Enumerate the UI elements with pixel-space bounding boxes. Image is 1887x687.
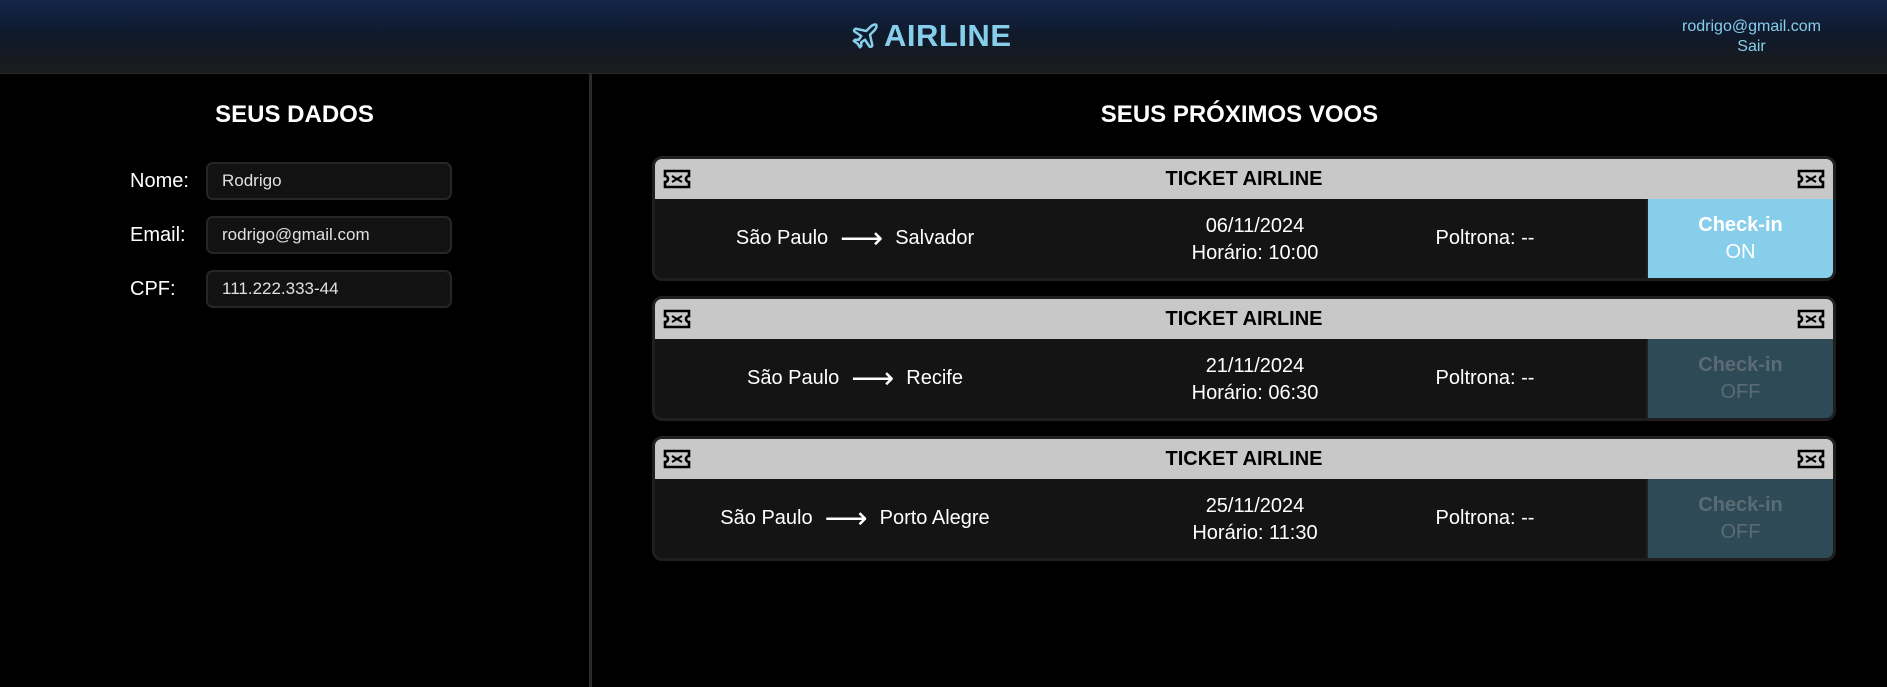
user-email: rodrigo@gmail.com [1682, 18, 1821, 35]
brand-logo[interactable]: AIRLINE [850, 16, 1012, 56]
origin-city: São Paulo [720, 507, 813, 529]
flight-route: São Paulo ⟶ Salvador [655, 199, 1055, 278]
ticket-icon [663, 449, 691, 469]
seat-info: Poltrona: -- [1435, 507, 1535, 529]
destination-city: Recife [906, 367, 963, 389]
profile-panel: SEUS DADOS Nome: Email: CPF: [0, 74, 592, 687]
checkin-status: OFF [1720, 380, 1761, 403]
flight-route: São Paulo ⟶ Recife [655, 339, 1055, 418]
ticket-body: São Paulo ⟶ Recife 21/11/2024 Horário: 0… [655, 339, 1833, 418]
origin-city: São Paulo [735, 227, 829, 249]
top-bar: AIRLINE rodrigo@gmail.com Sair [0, 0, 1887, 74]
plane-icon [852, 23, 878, 49]
name-row: Nome: [130, 161, 452, 201]
arrow-right-icon: ⟶ [840, 221, 884, 255]
ticket-title: TICKET AIRLINE [1165, 307, 1323, 330]
ticket-header: TICKET AIRLINE [655, 299, 1833, 339]
origin-city: São Paulo [746, 367, 840, 389]
profile-title: SEUS DADOS [215, 101, 374, 128]
email-field[interactable] [206, 216, 452, 254]
email-row: Email: [130, 215, 452, 255]
arrow-right-icon: ⟶ [824, 501, 868, 535]
cpf-row: CPF: [130, 269, 452, 309]
checkin-label: Check-in [1698, 213, 1783, 236]
flight-ticket: TICKET AIRLINE São Paulo ⟶ Salvador 06/1… [652, 156, 1836, 281]
ticket-icon [1797, 169, 1825, 189]
ticket-header: TICKET AIRLINE [655, 159, 1833, 199]
cpf-label: CPF: [130, 277, 176, 300]
destination-city: Porto Alegre [879, 507, 990, 529]
checkin-button[interactable]: Check-in ON [1646, 199, 1833, 278]
checkin-button[interactable]: Check-in OFF [1646, 479, 1833, 558]
seat-info: Poltrona: -- [1435, 227, 1535, 249]
flight-ticket: TICKET AIRLINE São Paulo ⟶ Porto Alegre … [652, 436, 1836, 561]
flight-route: São Paulo ⟶ Porto Alegre [655, 479, 1055, 558]
name-field[interactable] [206, 162, 452, 200]
ticket-icon [663, 309, 691, 329]
cpf-field[interactable] [206, 270, 452, 308]
brand-name: AIRLINE [884, 18, 1012, 53]
checkin-status: OFF [1720, 520, 1761, 543]
ticket-header: TICKET AIRLINE [655, 439, 1833, 479]
checkin-label: Check-in [1698, 493, 1783, 516]
email-label: Email: [130, 223, 186, 246]
flight-ticket: TICKET AIRLINE São Paulo ⟶ Recife 21/11/… [652, 296, 1836, 421]
ticket-title: TICKET AIRLINE [1165, 447, 1323, 470]
ticket-icon [663, 169, 691, 189]
user-menu: rodrigo@gmail.com Sair [1682, 17, 1821, 57]
seat-info: Poltrona: -- [1435, 367, 1535, 389]
checkin-status: ON [1725, 240, 1756, 263]
checkin-label: Check-in [1698, 353, 1783, 376]
flights-title: SEUS PRÓXIMOS VOOS [1100, 101, 1379, 128]
ticket-icon [1797, 309, 1825, 329]
ticket-title: TICKET AIRLINE [1165, 167, 1323, 190]
name-label: Nome: [130, 169, 189, 192]
checkin-button[interactable]: Check-in OFF [1646, 339, 1833, 418]
ticket-body: São Paulo ⟶ Porto Alegre 25/11/2024 Horá… [655, 479, 1833, 558]
destination-city: Salvador [895, 227, 975, 249]
arrow-right-icon: ⟶ [851, 361, 895, 395]
ticket-body: São Paulo ⟶ Salvador 06/11/2024 Horário:… [655, 199, 1833, 278]
ticket-icon [1797, 449, 1825, 469]
flights-panel: SEUS PRÓXIMOS VOOS TICKET AIRLINE São Pa… [592, 74, 1887, 687]
logout-link[interactable]: Sair [1682, 37, 1821, 57]
